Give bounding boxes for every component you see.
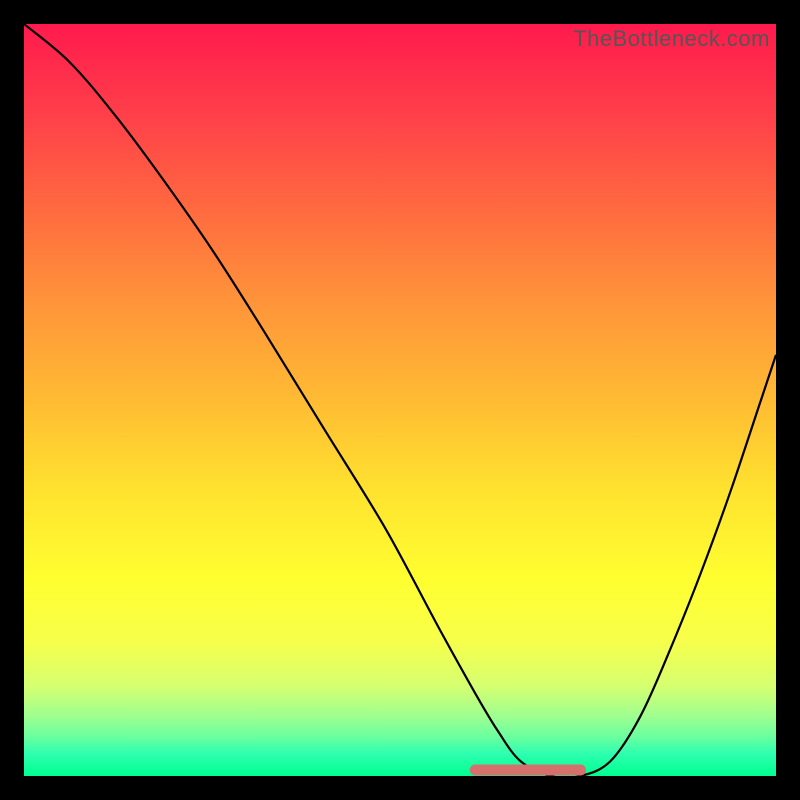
bottleneck-curve	[24, 24, 776, 776]
chart-svg	[24, 24, 776, 776]
chart-plot-area: TheBottleneck.com	[24, 24, 776, 776]
chart-frame: TheBottleneck.com	[0, 0, 800, 800]
watermark-label: TheBottleneck.com	[573, 26, 770, 52]
